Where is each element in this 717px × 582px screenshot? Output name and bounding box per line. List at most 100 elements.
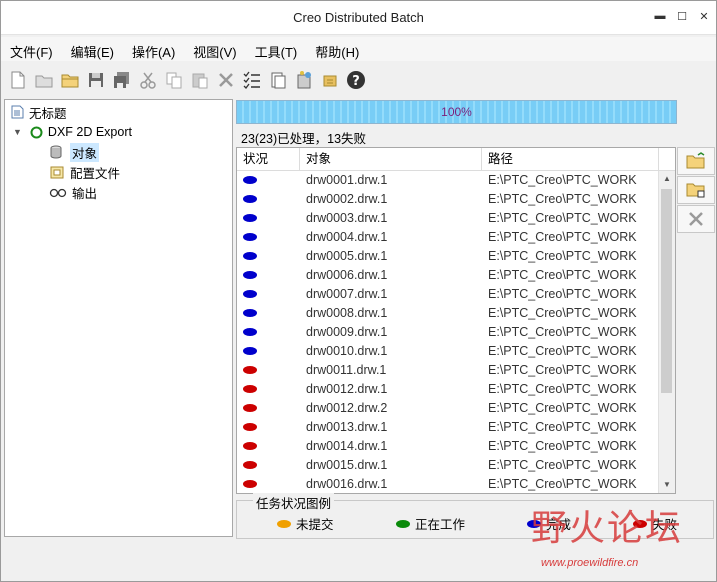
table-row[interactable]: drw0007.drw.1 E:\PTC_Creo\PTC_WORK (237, 285, 659, 304)
table-row[interactable]: drw0012.drw.1 E:\PTC_Creo\PTC_WORK (237, 380, 659, 399)
tree-root-label: 无标题 (29, 106, 67, 121)
vertical-scrollbar[interactable]: ▲ ▼ (658, 171, 675, 493)
document-icon (11, 105, 24, 119)
watermark-url: www.proewildfire.cn (541, 557, 639, 569)
failed-dot-icon (243, 404, 257, 412)
table-row[interactable]: drw0004.drw.1 E:\PTC_Creo\PTC_WORK (237, 228, 659, 247)
path-cell: E:\PTC_Creo\PTC_WORK (488, 173, 637, 187)
add-folder-button[interactable] (677, 176, 715, 204)
cut-icon[interactable] (137, 69, 159, 91)
tree-item-output[interactable]: 输出 (49, 183, 97, 201)
path-cell: E:\PTC_Creo\PTC_WORK (488, 249, 637, 263)
column-header-status[interactable]: 状况 (237, 148, 300, 170)
table-row[interactable]: drw0011.drw.1 E:\PTC_Creo\PTC_WORK (237, 361, 659, 380)
menu-file[interactable]: 文件(F) (1, 37, 62, 61)
column-header-path[interactable]: 路径 (482, 148, 659, 170)
save-all-icon[interactable] (111, 69, 133, 91)
legend-label: 正在工作 (415, 518, 466, 532)
tree-task[interactable]: ▼ DXF 2D Export (13, 123, 132, 141)
complete-dot-icon (243, 328, 257, 336)
path-cell: E:\PTC_Creo\PTC_WORK (488, 420, 637, 434)
open-folder-icon[interactable] (59, 69, 81, 91)
watermark: 野火论坛 www.proewildfire.cn (531, 499, 717, 579)
remove-button[interactable] (677, 205, 715, 233)
object-cell: drw0010.drw.1 (306, 344, 388, 358)
paste-icon[interactable] (189, 69, 211, 91)
table-row[interactable]: drw0012.drw.2 E:\PTC_Creo\PTC_WORK (237, 399, 659, 418)
failed-dot-icon (243, 385, 257, 393)
menu-view[interactable]: 视图(V) (184, 37, 245, 61)
tree-item-objects[interactable]: 对象 (49, 142, 100, 162)
path-cell: E:\PTC_Creo\PTC_WORK (488, 306, 637, 320)
complete-dot-icon (243, 233, 257, 241)
package-icon[interactable] (319, 69, 341, 91)
table-row[interactable]: drw0003.drw.1 E:\PTC_Creo\PTC_WORK (237, 209, 659, 228)
tree-item-output-label: 输出 (72, 186, 98, 201)
complete-dot-icon (243, 176, 257, 184)
menu-action[interactable]: 操作(A) (123, 37, 184, 61)
save-icon[interactable] (85, 69, 107, 91)
folder-add-icon (686, 183, 705, 198)
table-row[interactable]: drw0009.drw.1 E:\PTC_Creo\PTC_WORK (237, 323, 659, 342)
menu-edit[interactable]: 编辑(E) (62, 37, 123, 61)
object-cell: drw0004.drw.1 (306, 230, 388, 244)
cylinder-icon (50, 145, 62, 159)
table-row[interactable]: drw0005.drw.1 E:\PTC_Creo\PTC_WORK (237, 247, 659, 266)
object-cell: drw0012.drw.1 (306, 382, 388, 396)
table-row[interactable]: drw0002.drw.1 E:\PTC_Creo\PTC_WORK (237, 190, 659, 209)
legend-label: 未提交 (296, 518, 334, 532)
object-cell: drw0012.drw.2 (306, 401, 388, 415)
menu-help[interactable]: 帮助(H) (306, 37, 368, 61)
close-icon[interactable]: ✕ (698, 10, 710, 23)
path-cell: E:\PTC_Creo\PTC_WORK (488, 325, 637, 339)
tree-item-config[interactable]: 配置文件 (49, 163, 120, 181)
table-row[interactable]: drw0008.drw.1 E:\PTC_Creo\PTC_WORK (237, 304, 659, 323)
add-objects-button[interactable] (677, 147, 715, 175)
object-cell: drw0015.drw.1 (306, 458, 388, 472)
delete-icon[interactable] (215, 69, 237, 91)
failed-dot-icon (243, 442, 257, 450)
object-cell: drw0009.drw.1 (306, 325, 388, 339)
column-header-object[interactable]: 对象 (300, 148, 482, 170)
scroll-down-icon[interactable]: ▼ (659, 477, 675, 493)
table-row[interactable]: drw0006.drw.1 E:\PTC_Creo\PTC_WORK (237, 266, 659, 285)
failed-dot-icon (243, 366, 257, 374)
minimize-icon[interactable]: ▬ (654, 10, 666, 23)
help-icon[interactable]: ? (345, 69, 367, 91)
failed-dot-icon (243, 461, 257, 469)
expand-arrow-icon[interactable]: ▼ (13, 127, 22, 137)
new-icon[interactable] (7, 69, 29, 91)
scroll-thumb[interactable] (661, 189, 672, 393)
object-cell: drw0014.drw.1 (306, 439, 388, 453)
tree-task-label: DXF 2D Export (47, 125, 132, 139)
open-icon[interactable] (33, 69, 55, 91)
object-table: 状况 对象 路径 drw0001.drw.1 E:\PTC_Creo\PTC_WO… (236, 147, 676, 494)
table-row[interactable]: drw0015.drw.1 E:\PTC_Creo\PTC_WORK (237, 456, 659, 475)
object-cell: drw0003.drw.1 (306, 211, 388, 225)
settings-icon[interactable] (293, 69, 315, 91)
table-row[interactable]: drw0010.drw.1 E:\PTC_Creo\PTC_WORK (237, 342, 659, 361)
watermark-logo: 野火论坛 (531, 508, 684, 549)
object-cell: drw0006.drw.1 (306, 268, 388, 282)
table-row[interactable]: drw0016.drw.1 E:\PTC_Creo\PTC_WORK (237, 475, 659, 493)
copy-icon[interactable] (163, 69, 185, 91)
object-cell: drw0002.drw.1 (306, 192, 388, 206)
legend-item-pending: 未提交 (277, 514, 334, 533)
toolbar: ? (1, 65, 717, 95)
object-cell: drw0011.drw.1 (306, 363, 387, 377)
table-row[interactable]: drw0001.drw.1 E:\PTC_Creo\PTC_WORK (237, 171, 659, 190)
object-cell: drw0005.drw.1 (306, 249, 388, 263)
clipboard-icon[interactable] (267, 69, 289, 91)
tree-root[interactable]: 无标题 (11, 103, 67, 121)
table-row[interactable]: drw0013.drw.1 E:\PTC_Creo\PTC_WORK (237, 418, 659, 437)
failed-dot-icon (243, 480, 257, 488)
path-cell: E:\PTC_Creo\PTC_WORK (488, 477, 637, 491)
menu-tools[interactable]: 工具(T) (246, 37, 307, 61)
tree-item-objects-label: 对象 (70, 142, 100, 162)
checklist-icon[interactable] (241, 69, 263, 91)
object-cell: drw0016.drw.1 (306, 477, 388, 491)
object-cell: drw0001.drw.1 (306, 173, 388, 187)
scroll-up-icon[interactable]: ▲ (659, 171, 675, 187)
maximize-icon[interactable]: ☐ (676, 10, 688, 23)
table-row[interactable]: drw0014.drw.1 E:\PTC_Creo\PTC_WORK (237, 437, 659, 456)
